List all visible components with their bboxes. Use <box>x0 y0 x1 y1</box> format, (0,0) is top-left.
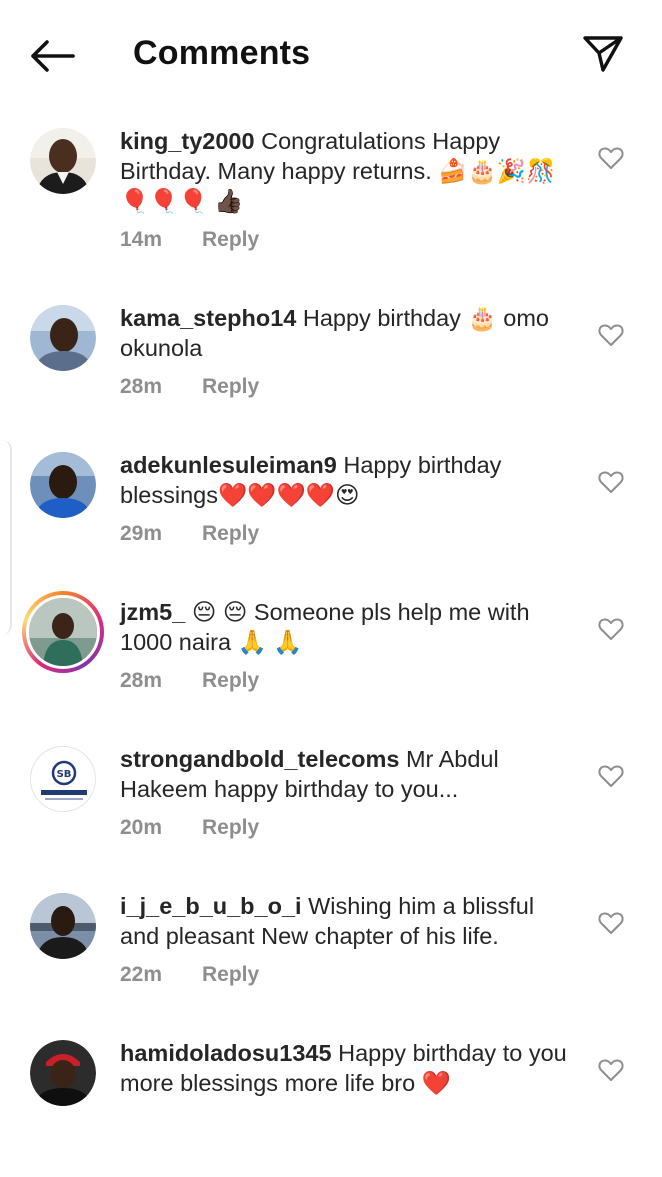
comment-text: king_ty2000 Congratulations Happy Birthd… <box>120 126 570 216</box>
comment-text: hamidoladosu1345 Happy birthday to you m… <box>120 1038 570 1098</box>
like-button[interactable] <box>596 908 626 938</box>
heart-icon <box>598 147 624 169</box>
share-button[interactable] <box>580 32 626 76</box>
avatar[interactable] <box>30 452 96 518</box>
comment-text: adekunlesuleiman9 Happy birthday blessin… <box>120 450 570 510</box>
reply-button[interactable]: Reply <box>202 816 259 839</box>
comment-time: 14m <box>120 228 163 251</box>
comment-item: kama_stepho14 Happy birthday 🎂 omo okuno… <box>0 295 662 442</box>
comment-text: kama_stepho14 Happy birthday 🎂 omo okuno… <box>120 303 570 363</box>
heart-icon <box>598 765 624 787</box>
heart-icon <box>598 1059 624 1081</box>
comment-meta: 20m Reply <box>120 816 259 840</box>
avatar[interactable] <box>30 305 96 371</box>
reply-button[interactable]: Reply <box>202 375 259 398</box>
comment-item: hamidoladosu1345 Happy birthday to you m… <box>0 1030 662 1177</box>
heart-icon <box>598 324 624 346</box>
comment-username[interactable]: strongandbold_telecoms <box>120 746 399 772</box>
avatar[interactable] <box>30 893 96 959</box>
comment-time: 22m <box>120 963 163 986</box>
comment-time: 28m <box>120 375 163 398</box>
back-button[interactable] <box>28 36 76 76</box>
comment-username[interactable]: kama_stepho14 <box>120 305 296 331</box>
comment-time: 20m <box>120 816 163 839</box>
comment-meta: 28m Reply <box>120 669 259 693</box>
comment-username[interactable]: i_j_e_b_u_b_o_i <box>120 893 302 919</box>
svg-text:SB: SB <box>57 769 72 780</box>
comment-meta: 29m Reply <box>120 522 259 546</box>
like-button[interactable] <box>596 320 626 350</box>
comment-text: jzm5_ 😔 😔 Someone pls help me with 1000 … <box>120 597 570 657</box>
comment-username[interactable]: king_ty2000 <box>120 128 255 154</box>
comment-time: 29m <box>120 522 163 545</box>
comment-text: strongandbold_telecoms Mr Abdul Hakeem h… <box>120 744 570 804</box>
like-button[interactable] <box>596 761 626 791</box>
header-bar: Comments <box>0 0 662 108</box>
comment-time: 28m <box>120 669 163 692</box>
avatar[interactable]: SB <box>30 746 96 812</box>
comment-username[interactable]: hamidoladosu1345 <box>120 1040 332 1066</box>
heart-icon <box>598 471 624 493</box>
avatar[interactable] <box>30 128 96 194</box>
comment-item: jzm5_ 😔 😔 Someone pls help me with 1000 … <box>0 589 662 736</box>
comment-meta: 14m Reply <box>120 228 259 252</box>
reply-button[interactable]: Reply <box>202 963 259 986</box>
comment-item: SB strongandbold_telecoms Mr Abdul Hakee… <box>0 736 662 883</box>
comment-item: king_ty2000 Congratulations Happy Birthd… <box>0 118 662 265</box>
comment-username[interactable]: jzm5_ <box>120 599 185 625</box>
arrow-left-icon <box>31 40 75 72</box>
heart-icon <box>598 618 624 640</box>
comment-text: i_j_e_b_u_b_o_i Wishing him a blissful a… <box>120 891 570 951</box>
comment-username[interactable]: adekunlesuleiman9 <box>120 452 337 478</box>
like-button[interactable] <box>596 614 626 644</box>
reply-button[interactable]: Reply <box>202 522 259 545</box>
comment-meta: 28m Reply <box>120 375 259 399</box>
like-button[interactable] <box>596 467 626 497</box>
avatar[interactable] <box>30 1040 96 1106</box>
reply-button[interactable]: Reply <box>202 669 259 692</box>
page-title: Comments <box>133 34 311 72</box>
comment-item: adekunlesuleiman9 Happy birthday blessin… <box>0 442 662 589</box>
paper-plane-icon <box>583 36 623 72</box>
comment-item: i_j_e_b_u_b_o_i Wishing him a blissful a… <box>0 883 662 1030</box>
avatar-with-story-ring[interactable] <box>22 591 104 673</box>
like-button[interactable] <box>596 143 626 173</box>
comment-meta: 22m Reply <box>120 963 259 987</box>
reply-button[interactable]: Reply <box>202 228 259 251</box>
heart-icon <box>598 912 624 934</box>
like-button[interactable] <box>596 1055 626 1085</box>
